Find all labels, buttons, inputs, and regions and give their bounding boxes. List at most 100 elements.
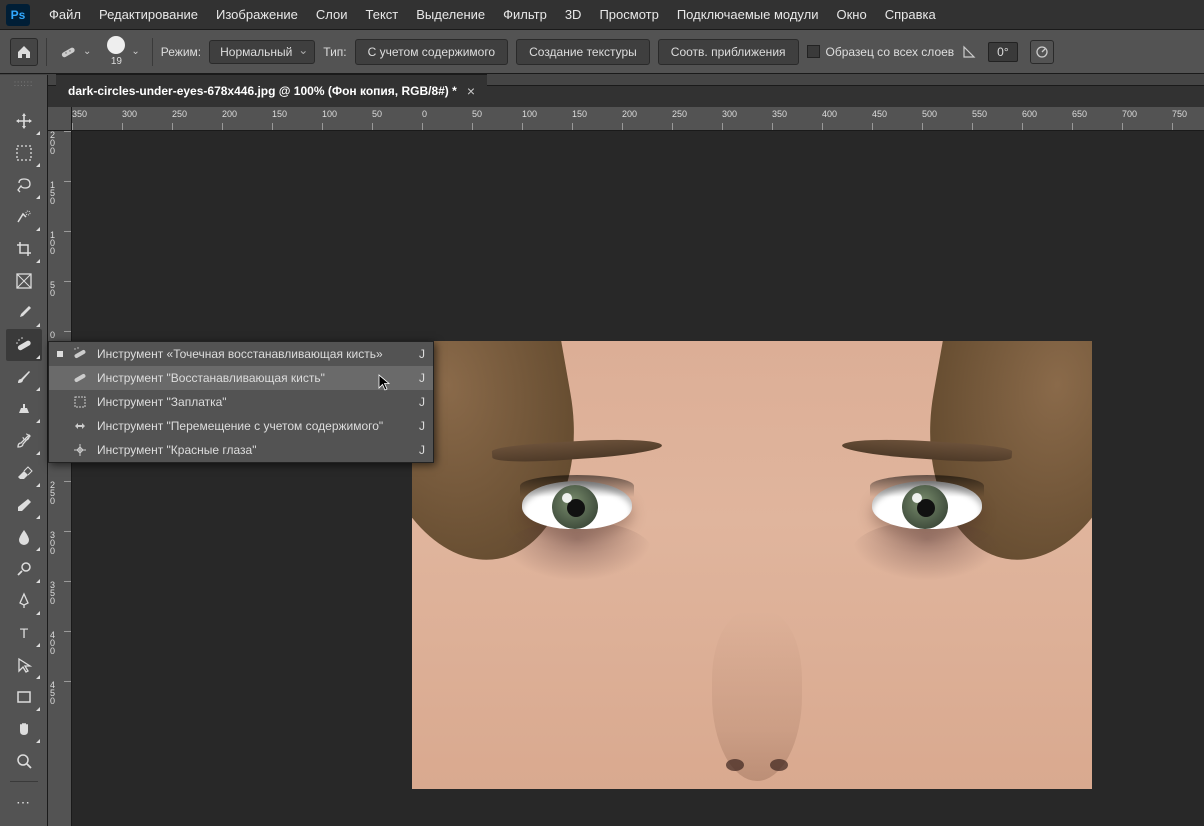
- ruler-tick: 550: [972, 107, 1022, 131]
- ruler-tick: 300: [722, 107, 772, 131]
- ruler-tick: 450: [872, 107, 922, 131]
- ruler-tick: 300: [48, 531, 72, 581]
- red-eye-icon: [71, 442, 89, 458]
- menu-select[interactable]: Выделение: [407, 2, 494, 27]
- menu-image[interactable]: Изображение: [207, 2, 307, 27]
- flyout-item-red-eye[interactable]: Инструмент "Красные глаза" J: [49, 438, 433, 462]
- frame-tool[interactable]: [6, 265, 42, 297]
- svg-text:T: T: [19, 625, 28, 641]
- spot-heal-icon: [71, 346, 89, 362]
- flyout-shortcut: J: [419, 419, 425, 433]
- blur-tool[interactable]: [6, 521, 42, 553]
- flyout-item-spot-heal[interactable]: Инструмент «Точечная восстанавливающая к…: [49, 342, 433, 366]
- flyout-shortcut: J: [419, 347, 425, 361]
- options-bar: ⌄ 19 ⌄ Режим: Нормальный Тип: С учетом с…: [0, 30, 1204, 74]
- menu-edit[interactable]: Редактирование: [90, 2, 207, 27]
- flyout-item-label: Инструмент "Красные глаза": [97, 443, 411, 457]
- horizontal-ruler[interactable]: 3503002502001501005005010015020025030035…: [48, 107, 1204, 131]
- tool-divider: [10, 781, 38, 782]
- history-brush-tool[interactable]: [6, 425, 42, 457]
- marquee-tool[interactable]: [6, 137, 42, 169]
- menu-layers[interactable]: Слои: [307, 2, 357, 27]
- flyout-item-content-move[interactable]: Инструмент "Перемещение с учетом содержи…: [49, 414, 433, 438]
- healing-tool-flyout: Инструмент «Точечная восстанавливающая к…: [48, 341, 434, 463]
- quick-selection-tool[interactable]: [6, 201, 42, 233]
- eyedropper-tool[interactable]: [6, 297, 42, 329]
- ruler-tick: 250: [172, 107, 222, 131]
- crop-tool[interactable]: [6, 233, 42, 265]
- menu-view[interactable]: Просмотр: [590, 2, 667, 27]
- flyout-shortcut: J: [419, 443, 425, 457]
- bandage-icon: [59, 43, 77, 61]
- ruler-tick: 350: [72, 107, 122, 131]
- sample-all-layers-checkbox[interactable]: Образец со всех слоев: [807, 45, 955, 59]
- menu-window[interactable]: Окно: [827, 2, 875, 27]
- patch-icon: [71, 394, 89, 410]
- divider: [46, 38, 47, 66]
- lasso-tool[interactable]: [6, 169, 42, 201]
- mode-label: Режим:: [161, 45, 201, 59]
- menu-help[interactable]: Справка: [876, 2, 945, 27]
- canvas-area: 3503002502001501005005010015020025030035…: [48, 107, 1204, 826]
- gradient-tool[interactable]: [6, 489, 42, 521]
- type-content-aware-button[interactable]: С учетом содержимого: [355, 39, 508, 65]
- clone-stamp-tool[interactable]: [6, 393, 42, 425]
- flyout-item-label: Инструмент "Восстанавливающая кисть": [97, 371, 411, 385]
- brush-size-label: 19: [111, 56, 122, 67]
- checkbox-icon: [807, 45, 820, 58]
- menu-plugins[interactable]: Подключаемые модули: [668, 2, 828, 27]
- zoom-tool[interactable]: [6, 745, 42, 777]
- spot-healing-brush-tool[interactable]: [6, 329, 42, 361]
- ruler-tick: 150: [48, 181, 72, 231]
- flyout-item-heal[interactable]: Инструмент "Восстанавливающая кисть"J: [49, 366, 433, 390]
- menu-type[interactable]: Текст: [357, 2, 408, 27]
- pen-tool[interactable]: [6, 585, 42, 617]
- brush-tool[interactable]: [6, 361, 42, 393]
- ruler-tick: 450: [48, 681, 72, 731]
- flyout-item-patch[interactable]: Инструмент "Заплатка"J: [49, 390, 433, 414]
- menu-bar: Ps Файл Редактирование Изображение Слои …: [0, 0, 1204, 30]
- ruler-tick: 350: [772, 107, 822, 131]
- mode-select[interactable]: Нормальный: [209, 40, 315, 64]
- ruler-origin[interactable]: [48, 107, 72, 131]
- document-tab-bar: dark-circles-under-eyes-678x446.jpg @ 10…: [56, 75, 487, 107]
- document-tab-title: dark-circles-under-eyes-678x446.jpg @ 10…: [68, 84, 457, 98]
- ruler-tick: 350: [48, 581, 72, 631]
- document-tab[interactable]: dark-circles-under-eyes-678x446.jpg @ 10…: [56, 74, 487, 107]
- ruler-tick: 500: [922, 107, 972, 131]
- dodge-tool[interactable]: [6, 553, 42, 585]
- ruler-tick: 400: [48, 631, 72, 681]
- menu-file[interactable]: Файл: [40, 2, 90, 27]
- menu-3d[interactable]: 3D: [556, 2, 591, 27]
- pressure-size-button[interactable]: [1030, 40, 1054, 64]
- flyout-item-label: Инструмент "Заплатка": [97, 395, 411, 409]
- ruler-tick: 250: [672, 107, 722, 131]
- path-selection-tool[interactable]: [6, 649, 42, 681]
- ruler-tick: 0: [422, 107, 472, 131]
- ruler-tick: 300: [122, 107, 172, 131]
- brush-preset-picker[interactable]: 19 ⌄: [103, 34, 143, 69]
- eraser-tool[interactable]: [6, 457, 42, 489]
- ruler-tick: 250: [48, 481, 72, 531]
- type-create-texture-button[interactable]: Создание текстуры: [516, 39, 650, 65]
- flyout-item-label: Инструмент "Перемещение с учетом содержи…: [97, 419, 411, 433]
- menu-filter[interactable]: Фильтр: [494, 2, 556, 27]
- panel-grip[interactable]: ::::::: [0, 77, 47, 89]
- type-proximity-match-button[interactable]: Соотв. приближения: [658, 39, 799, 65]
- type-tool[interactable]: T: [6, 617, 42, 649]
- ruler-tick: 200: [222, 107, 272, 131]
- vertical-ruler[interactable]: 200150100500150200250300350400450: [48, 131, 72, 826]
- tool-preset-picker[interactable]: ⌄: [55, 41, 95, 63]
- move-tool[interactable]: [6, 105, 42, 137]
- angle-value-input[interactable]: 0°: [988, 42, 1017, 62]
- ruler-tick: 50: [372, 107, 422, 131]
- home-button[interactable]: [10, 38, 38, 66]
- ruler-tick: 650: [1072, 107, 1122, 131]
- edit-toolbar-button[interactable]: ⋯: [6, 786, 42, 818]
- hand-tool[interactable]: [6, 713, 42, 745]
- rectangle-tool[interactable]: [6, 681, 42, 713]
- ruler-tick: 100: [322, 107, 372, 131]
- close-tab-icon[interactable]: ×: [467, 83, 475, 99]
- document-canvas[interactable]: [412, 341, 1092, 789]
- type-label: Тип:: [323, 45, 346, 59]
